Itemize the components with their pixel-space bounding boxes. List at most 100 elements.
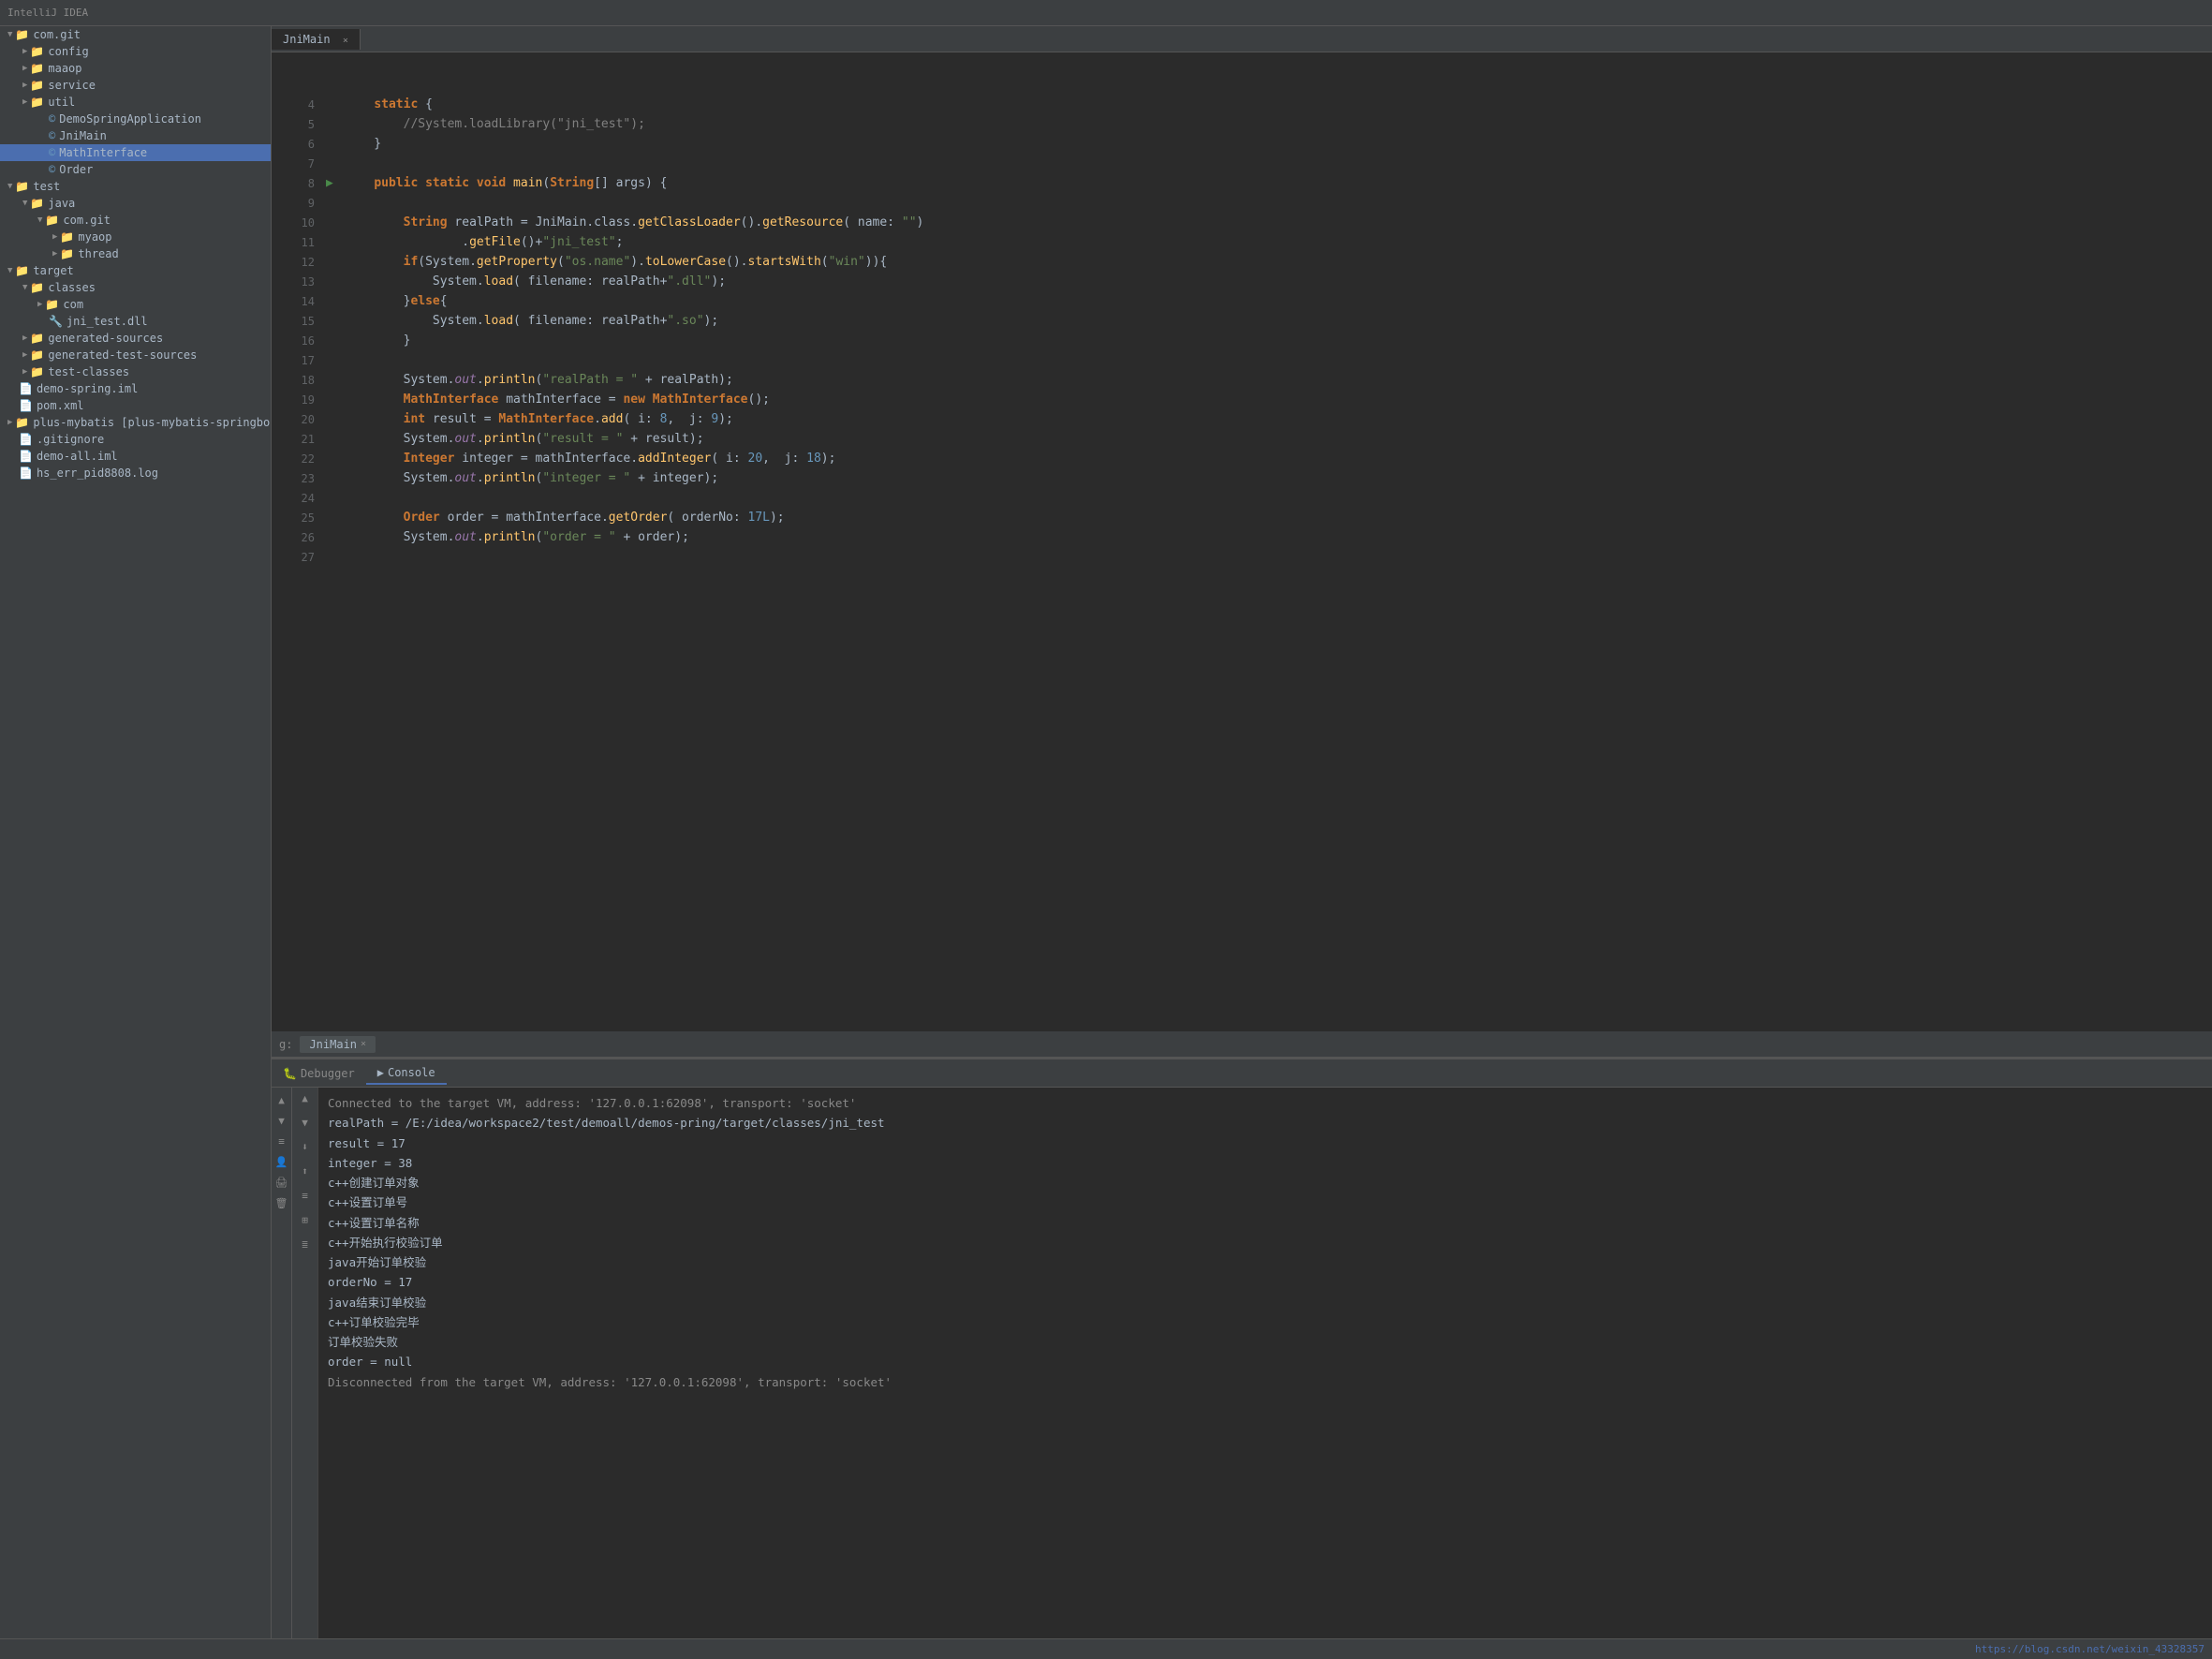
toolbar-btn-2[interactable]: ⬇ <box>295 1136 316 1157</box>
line-number: 11 <box>279 234 326 252</box>
sidebar-item-service[interactable]: ▶📁 service <box>0 77 271 94</box>
sidebar-item-com-git[interactable]: ▼📁com.git <box>0 26 271 43</box>
line-number: 9 <box>279 195 326 213</box>
sidebar-item-jni_test.dll[interactable]: 🔧jni_test.dll <box>0 313 271 330</box>
left-strip-btn-5[interactable]: 🗑 <box>273 1194 290 1211</box>
gutter <box>326 292 345 312</box>
run-gutter[interactable]: ▶ <box>326 174 345 194</box>
gutter <box>326 332 345 351</box>
console-line-2: result = 17 <box>328 1133 2203 1153</box>
toolbar-btn-4[interactable]: ≡ <box>295 1185 316 1206</box>
code-line-23: 23 System.out.println("integer = " + int… <box>279 469 2205 489</box>
console-line-12: 订单校验失败 <box>328 1332 2203 1352</box>
code-text: String realPath = JniMain.class.getClass… <box>345 214 923 233</box>
toolbar-btn-0[interactable]: ▲ <box>295 1088 316 1108</box>
sidebar-item-generated-sources[interactable]: ▶📁generated-sources <box>0 330 271 347</box>
code-line-18: 18 System.out.println("realPath = " + re… <box>279 371 2205 391</box>
sidebar-item-demo-all.iml[interactable]: 📄demo-all.iml <box>0 448 271 465</box>
panel-tab-debugger[interactable]: 🐛Debugger <box>272 1063 366 1084</box>
code-line-8: 8▶ public static void main(String[] args… <box>279 174 2205 194</box>
code-text: .getFile()+"jni_test"; <box>345 233 623 253</box>
code-line-12: 12 if(System.getProperty("os.name").toLo… <box>279 253 2205 273</box>
sidebar-item-plus-mybatis[interactable]: ▶📁plus-mybatis [plus-mybatis-springbo <box>0 414 271 431</box>
sidebar-item-myaop[interactable]: ▶📁myaop <box>0 229 271 245</box>
console-line-11: c++订单校验完毕 <box>328 1312 2203 1332</box>
panel-tab-console[interactable]: ▶Console <box>366 1062 447 1085</box>
sidebar-item-config[interactable]: ▶📁config <box>0 43 271 60</box>
folder-icon: 📁 <box>30 96 44 109</box>
sidebar-item-MathInterface[interactable]: ©MathInterface <box>0 144 271 161</box>
sidebar-item-test[interactable]: ▼📁test <box>0 178 271 195</box>
sidebar-label: hs_err_pid8808.log <box>37 467 158 480</box>
code-text: System.load( filename: realPath+".so"); <box>345 312 718 332</box>
tree-arrow: ▶ <box>22 81 27 90</box>
sidebar-item-com[interactable]: ▶📁com <box>0 296 271 313</box>
gutter <box>326 410 345 430</box>
left-strip-btn-0[interactable]: ▲ <box>273 1091 290 1108</box>
code-line-25: 25 Order order = mathInterface.getOrder(… <box>279 509 2205 528</box>
sidebar-item-JniMain[interactable]: ©JniMain <box>0 127 271 144</box>
folder-icon: 📁 <box>45 298 59 311</box>
code-line-21: 21 System.out.println("result = " + resu… <box>279 430 2205 450</box>
sidebar-label: generated-sources <box>48 332 163 345</box>
code-text: static { <box>345 96 433 115</box>
run-label: g: <box>279 1038 292 1051</box>
console-main: Connected to the target VM, address: '12… <box>318 1088 2212 1638</box>
run-tab-close[interactable]: × <box>361 1039 366 1049</box>
sidebar-item-hs_err_pid8808.log[interactable]: 📄hs_err_pid8808.log <box>0 465 271 481</box>
code-line-27: 27 <box>279 548 2205 568</box>
tab-close[interactable]: × <box>343 36 348 46</box>
console-wrapper: ▲ ▼ ≡ 👤 🖨 🗑 ▲ ▼ ⬇ ⬆ ≡ ⊞ ≣ Connected to the target V… <box>272 1088 2212 1638</box>
sidebar-item-maaop[interactable]: ▶📁maaop <box>0 60 271 77</box>
left-strip-btn-3[interactable]: 👤 <box>273 1153 290 1170</box>
folder-icon: 📁 <box>30 79 44 92</box>
code-text: int result = MathInterface.add( i: 8, j:… <box>345 410 733 430</box>
sidebar-item-demo-spring.iml[interactable]: 📄demo-spring.iml <box>0 380 271 397</box>
line-number: 13 <box>279 274 326 291</box>
sidebar-item-classes[interactable]: ▼📁classes <box>0 279 271 296</box>
line-number: 15 <box>279 313 326 331</box>
code-line-17: 17 <box>279 351 2205 371</box>
line-number: 22 <box>279 451 326 468</box>
code-line-19: 19 MathInterface mathInterface = new Mat… <box>279 391 2205 410</box>
sidebar-item-Order[interactable]: ©Order <box>0 161 271 178</box>
sidebar-item-util[interactable]: ▶📁util <box>0 94 271 111</box>
sidebar-item-target[interactable]: ▼📁target <box>0 262 271 279</box>
panel-tab-icon: ▶ <box>377 1066 384 1079</box>
sidebar-item-DemoSpringApplication[interactable]: ©DemoSpringApplication <box>0 111 271 127</box>
sidebar-label: thread <box>78 247 118 260</box>
gutter <box>326 253 345 273</box>
sidebar-label: classes <box>48 281 96 294</box>
editor-tab-jnimain[interactable]: JniMain × <box>272 29 361 50</box>
code-text: System.out.println("realPath = " + realP… <box>345 371 733 391</box>
console-output[interactable]: Connected to the target VM, address: '12… <box>318 1088 2212 1638</box>
sidebar-item-pom.xml[interactable]: 📄pom.xml <box>0 397 271 414</box>
sidebar-label: test-classes <box>48 365 129 378</box>
code-line-9: 9 <box>279 194 2205 214</box>
code-line-5: 5 //System.loadLibrary("jni_test"); <box>279 115 2205 135</box>
left-strip-btn-4[interactable]: 🖨 <box>273 1174 290 1191</box>
left-strip-btn-2[interactable]: ≡ <box>273 1133 290 1149</box>
code-container[interactable]: 4 static {5 //System.loadLibrary("jni_te… <box>272 52 2212 1031</box>
status-url[interactable]: https://blog.csdn.net/weixin_43328357 <box>1975 1643 2205 1655</box>
sidebar-item-test-classes[interactable]: ▶📁test-classes <box>0 363 271 380</box>
line-number: 26 <box>279 529 326 547</box>
sidebar-item-thread[interactable]: ▶📁thread <box>0 245 271 262</box>
sidebar-item-java[interactable]: ▼📁java <box>0 195 271 212</box>
sidebar-item-gitignore[interactable]: 📄.gitignore <box>0 431 271 448</box>
run-indicator: g: JniMain × <box>272 1031 2212 1058</box>
toolbar-btn-3[interactable]: ⬆ <box>295 1161 316 1181</box>
gutter <box>326 135 345 155</box>
left-strip-btn-1[interactable]: ▼ <box>273 1112 290 1129</box>
sidebar-item-com-git-2[interactable]: ▼📁com.git <box>0 212 271 229</box>
console-line-4: c++创建订单对象 <box>328 1173 2203 1192</box>
toolbar-btn-1[interactable]: ▼ <box>295 1112 316 1133</box>
toolbar-btn-5[interactable]: ⊞ <box>295 1209 316 1230</box>
run-tab[interactable]: JniMain × <box>300 1036 376 1053</box>
sidebar-item-generated-test-sources[interactable]: ▶📁generated-test-sources <box>0 347 271 363</box>
gutter <box>326 391 345 410</box>
sidebar-label: service <box>48 79 96 92</box>
toolbar-btn-6[interactable]: ≣ <box>295 1234 316 1254</box>
editor-area: JniMain × 4 static {5 //System.loadLibra… <box>272 26 2212 1638</box>
code-line-26: 26 System.out.println("order = " + order… <box>279 528 2205 548</box>
